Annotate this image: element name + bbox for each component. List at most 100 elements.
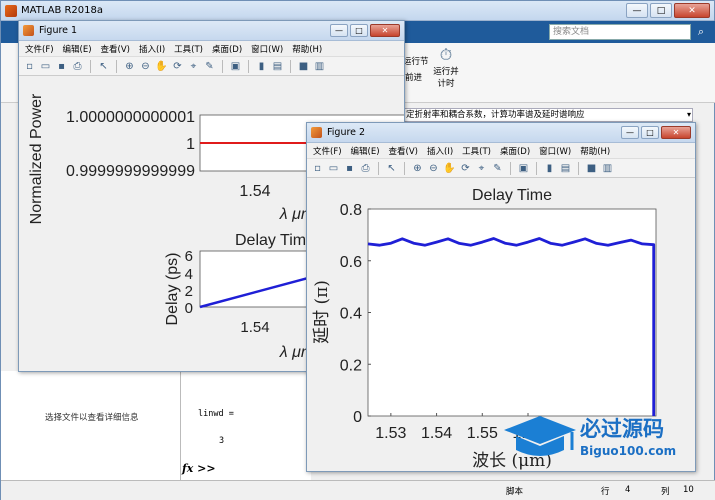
delay-ytick-6: 6 [185, 248, 193, 265]
pan-icon[interactable]: ✋ [155, 60, 168, 73]
chart-ylabel: 延时 (π) [312, 280, 332, 344]
figure-1-toolbar: ▫ ▭ ▪ ⎙ ↖ ⊕ ⊖ ✋ ⟳ ⌖ ✎ ▣ ▮ ▤ ■ ▥ [19, 57, 404, 76]
print-icon[interactable]: ⎙ [71, 60, 84, 73]
search-documentation-input[interactable]: 搜索文档 [549, 24, 691, 40]
menu-insert[interactable]: 插入(I) [139, 43, 165, 55]
power-ytick-1: 1 [186, 136, 195, 153]
menu-desktop[interactable]: 桌面(D) [212, 43, 242, 55]
legend-icon[interactable]: ▤ [271, 60, 284, 73]
figure-2-close-button[interactable]: ✕ [661, 126, 691, 139]
menu-edit[interactable]: 编辑(E) [63, 43, 92, 55]
data-cursor-icon[interactable]: ⌖ [187, 60, 200, 73]
pointer-icon[interactable]: ↖ [97, 60, 110, 73]
delay-ytick-0: 0 [185, 300, 193, 317]
data-cursor-icon[interactable]: ⌖ [475, 162, 488, 175]
new-figure-icon[interactable]: ▫ [311, 162, 324, 175]
rotate-icon[interactable]: ⟳ [171, 60, 184, 73]
current-folder-address-bar[interactable]: 定折射率和耦合系数，计算功率谱及延时谱响应 [401, 108, 693, 122]
menu-help[interactable]: 帮助(H) [292, 43, 322, 55]
dock-icon[interactable]: ▥ [313, 60, 326, 73]
minimize-button[interactable]: — [626, 3, 648, 18]
delay-plot-title: Delay Time [235, 232, 315, 249]
figure-2-toolbar: ▫ ▭ ▪ ⎙ ↖ ⊕ ⊖ ✋ ⟳ ⌖ ✎ ▣ ▮ ▤ ■ ▥ [307, 159, 695, 178]
menu-window[interactable]: 窗口(W) [539, 145, 571, 157]
colorbar-icon[interactable]: ▮ [255, 60, 268, 73]
watermark-logo: 必过源码 Biguo100.com [500, 408, 710, 468]
menu-insert[interactable]: 插入(I) [427, 145, 453, 157]
save-icon[interactable]: ▪ [343, 162, 356, 175]
power-ytick-0: 1.0000000000001 [66, 109, 195, 126]
command-output-variable: linwd = [198, 409, 234, 419]
pointer-icon[interactable]: ↖ [385, 162, 398, 175]
figure-2-maximize-button[interactable]: □ [641, 126, 659, 139]
delay-ytick-2: 2 [185, 283, 193, 300]
figure-1-close-button[interactable]: ✕ [370, 24, 400, 37]
brush-icon[interactable]: ✎ [491, 162, 504, 175]
run-and-time-label: 运行并计时 [433, 67, 459, 89]
figure-2-titlebar[interactable]: Figure 2 — □ ✕ [307, 123, 695, 143]
print-icon[interactable]: ⎙ [359, 162, 372, 175]
save-icon[interactable]: ▪ [55, 60, 68, 73]
watermark-brand-cn: 必过源码 [580, 417, 664, 441]
close-button[interactable]: ✕ [674, 3, 710, 18]
command-output-value: 3 [219, 436, 225, 446]
brush-icon[interactable]: ✎ [203, 60, 216, 73]
figure-2-title: Figure 2 [327, 127, 366, 138]
open-file-icon[interactable]: ▭ [39, 60, 52, 73]
y-tick-label: 0.6 [340, 254, 362, 271]
run-and-time-button[interactable]: ⏱ 运行并计时 [431, 45, 461, 89]
run-section-button[interactable]: 运行节 [403, 55, 429, 67]
figure-1-maximize-button[interactable]: □ [350, 24, 368, 37]
delay-xtick-0: 1.54 [240, 319, 269, 336]
command-prompt[interactable]: fx >> [182, 462, 216, 475]
search-icon[interactable]: ⌕ [693, 24, 709, 40]
menu-window[interactable]: 窗口(W) [251, 43, 283, 55]
status-mode: 脚本 [506, 487, 524, 497]
file-details-hint: 选择文件以查看详细信息 [45, 413, 139, 423]
x-tick-label: 1.54 [421, 425, 452, 442]
pan-icon[interactable]: ✋ [443, 162, 456, 175]
chevron-down-icon[interactable]: ▾ [684, 108, 694, 122]
figure-1-title: Figure 1 [39, 25, 78, 36]
menu-view[interactable]: 查看(V) [389, 145, 418, 157]
maximize-button[interactable]: □ [650, 3, 672, 18]
chart-title: Delay Time [472, 187, 552, 204]
graduation-cap-logo-icon: 必过源码 Biguo100.com [504, 416, 676, 458]
zoom-out-icon[interactable]: ⊖ [427, 162, 440, 175]
figure-2-menubar: 文件(F) 编辑(E) 查看(V) 插入(I) 工具(T) 桌面(D) 窗口(W… [307, 143, 695, 159]
menu-help[interactable]: 帮助(H) [580, 145, 610, 157]
rotate-icon[interactable]: ⟳ [459, 162, 472, 175]
figure-1-titlebar[interactable]: Figure 1 — □ ✕ [19, 21, 404, 41]
advance-button[interactable]: 前进 [405, 71, 422, 83]
menu-desktop[interactable]: 桌面(D) [500, 145, 530, 157]
colorbar-icon[interactable]: ▮ [543, 162, 556, 175]
power-ytick-2: 0.9999999999999 [66, 163, 195, 180]
menu-file[interactable]: 文件(F) [25, 43, 54, 55]
delay-ylabel: Delay (ps) [164, 253, 181, 326]
zoom-out-icon[interactable]: ⊖ [139, 60, 152, 73]
legend-icon[interactable]: ▤ [559, 162, 572, 175]
new-figure-icon[interactable]: ▫ [23, 60, 36, 73]
link-plot-icon[interactable]: ▣ [229, 60, 242, 73]
y-tick-label: 0.8 [340, 202, 362, 219]
link-plot-icon[interactable]: ▣ [517, 162, 530, 175]
status-col-value: 10 [683, 485, 694, 495]
figure-2-minimize-button[interactable]: — [621, 126, 639, 139]
figure-1-minimize-button[interactable]: — [330, 24, 348, 37]
delay-ytick-4: 4 [185, 266, 193, 283]
menu-edit[interactable]: 编辑(E) [351, 145, 380, 157]
dock-icon[interactable]: ▥ [601, 162, 614, 175]
power-ylabel: Normalized Power [28, 93, 45, 224]
open-file-icon[interactable]: ▭ [327, 162, 340, 175]
stopwatch-icon: ⏱ [439, 45, 453, 64]
menu-file[interactable]: 文件(F) [313, 145, 342, 157]
file-details-panel: 选择文件以查看详细信息 [1, 371, 181, 480]
zoom-in-icon[interactable]: ⊕ [411, 162, 424, 175]
menu-tools[interactable]: 工具(T) [462, 145, 491, 157]
menu-view[interactable]: 查看(V) [101, 43, 130, 55]
run-section-label: 运行节 [403, 57, 429, 67]
zoom-in-icon[interactable]: ⊕ [123, 60, 136, 73]
hide-tools-icon[interactable]: ■ [585, 162, 598, 175]
hide-tools-icon[interactable]: ■ [297, 60, 310, 73]
menu-tools[interactable]: 工具(T) [174, 43, 203, 55]
